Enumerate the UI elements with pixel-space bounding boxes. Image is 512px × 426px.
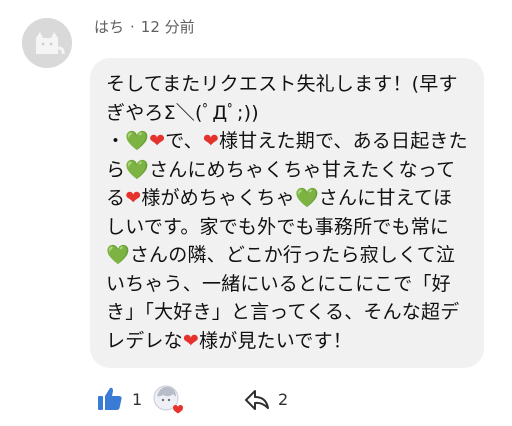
creator-heart-icon [153, 385, 183, 414]
comment-actions: 1 2 [0, 380, 512, 420]
reply-arrow-icon [245, 390, 269, 410]
comment-bubble: そしてまたリクエスト失礼します！(早すぎやろΣ＼(ﾟДﾟ;)) ・💚❤で、❤様甘… [90, 58, 484, 368]
red-heart-emoji: ❤ [149, 130, 166, 152]
comment-header: はち · 12 分前 [94, 16, 195, 37]
green-heart-emoji: 💚 [125, 130, 150, 152]
green-heart-emoji: 💚 [294, 187, 319, 209]
green-heart-emoji: 💚 [125, 158, 150, 181]
reply-count: 2 [278, 390, 289, 409]
cat-avatar-icon [22, 18, 72, 68]
green-heart-emoji: 💚 [106, 244, 130, 266]
author-avatar[interactable] [22, 18, 72, 68]
author-name[interactable]: はち [94, 18, 124, 36]
comment-text-segment: 様がめちゃくちゃ [141, 187, 295, 209]
thumbs-up-icon [98, 387, 122, 410]
like-count: 1 [132, 390, 143, 409]
red-heart-emoji: ❤ [125, 187, 142, 209]
header-separator: · [130, 18, 135, 36]
creator-heart-avatar [152, 384, 184, 414]
comment-text: そしてまたリクエスト失礼します！(早すぎやろΣ＼(ﾟДﾟ;)) ・💚❤で、❤様甘… [106, 70, 470, 355]
comment-text-segment: で、 [165, 130, 203, 152]
comment-text-segment: 様が見たいです！ [198, 329, 352, 352]
red-heart-emoji: ❤ [202, 130, 219, 152]
reply-button[interactable] [244, 388, 270, 412]
like-button[interactable] [98, 386, 122, 412]
red-heart-emoji: ❤ [182, 329, 199, 352]
comment-time[interactable]: 12 分前 [141, 18, 195, 36]
